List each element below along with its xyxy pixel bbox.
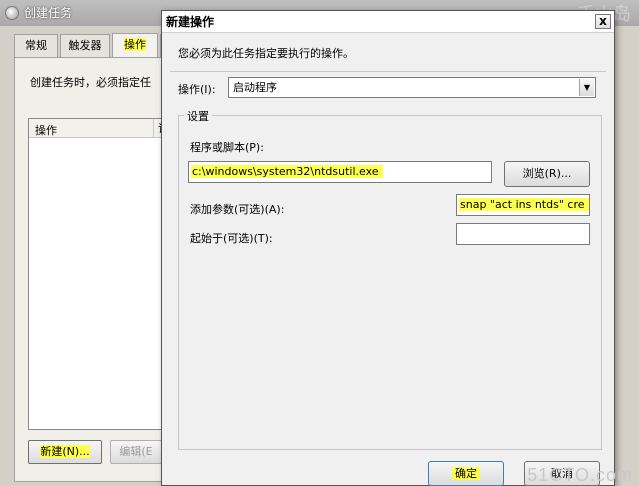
arguments-input[interactable]: snap "act ins ntds" cre — [456, 194, 590, 216]
ok-button-label: 确定 — [452, 467, 480, 480]
arguments-label: 添加参数(可选)(A): — [190, 203, 285, 216]
program-input[interactable]: c:\windows\system32\ntdsutil.exe — [188, 161, 492, 183]
new-action-dialog: 新建操作 x 您必须为此任务指定要执行的操作。 操作(I): 启动程序 ▼ 设置… — [161, 10, 615, 486]
action-type-select[interactable]: 启动程序 ▼ — [228, 77, 596, 98]
settings-legend: 设置 — [184, 108, 212, 124]
actions-list-header: 操作 详 — [29, 119, 169, 138]
arguments-input-value: snap "act ins ntds" cre — [459, 198, 589, 211]
action-type-value: 启动程序 — [233, 81, 277, 94]
new-action-label: 新建(N)... — [40, 445, 90, 458]
start-in-input[interactable] — [456, 223, 590, 245]
program-label: 程序或脚本(P): — [190, 141, 264, 154]
ok-button[interactable]: 确定 — [428, 461, 504, 486]
column-header-action[interactable]: 操作 — [35, 122, 57, 138]
window-title: 创建任务 — [24, 6, 73, 20]
dialog-title: 新建操作 — [166, 15, 215, 29]
tab-triggers[interactable]: 触发器 — [60, 34, 110, 58]
divider — [170, 71, 606, 72]
actions-description: 创建任务时，必须指定任 — [30, 76, 151, 89]
program-input-value: c:\windows\system32\ntdsutil.exe — [191, 165, 383, 178]
tab-actions-label: 操作 — [124, 38, 146, 51]
dialog-instruction: 您必须为此任务指定要执行的操作。 — [178, 47, 354, 60]
actions-list[interactable]: 操作 详 — [28, 118, 169, 430]
action-type-label: 操作(I): — [178, 83, 216, 96]
browse-button[interactable]: 浏览(R)... — [504, 161, 590, 187]
start-in-label: 起始于(可选)(T): — [190, 232, 273, 245]
close-icon[interactable]: x — [595, 14, 611, 29]
edit-action-button[interactable]: 编辑(E — [110, 440, 162, 464]
new-action-button[interactable]: 新建(N)... — [28, 440, 102, 464]
watermark-bottom: 51CTO.com — [527, 465, 633, 485]
chevron-down-icon[interactable]: ▼ — [579, 79, 594, 96]
clock-icon — [5, 6, 19, 20]
tab-general[interactable]: 常规 — [14, 34, 58, 58]
dialog-titlebar: 新建操作 x — [162, 11, 614, 33]
tab-actions[interactable]: 操作 — [112, 33, 158, 58]
